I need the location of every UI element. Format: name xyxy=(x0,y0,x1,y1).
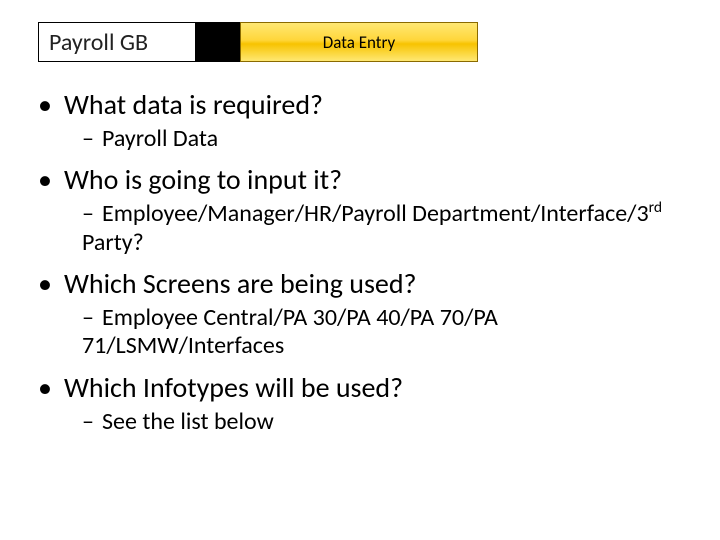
title-right: Data Entry xyxy=(240,22,478,62)
sub-bullet-1-1: –Payroll Data xyxy=(82,125,696,153)
dash-icon: – xyxy=(82,408,102,436)
sub-bullet-1-1-text: Payroll Data xyxy=(102,124,218,153)
dash-icon: – xyxy=(82,200,102,228)
bullet-2: •Who is going to input it? xyxy=(38,163,696,196)
title-bar: Payroll GB Data Entry xyxy=(38,22,478,62)
bullet-2-text: Who is going to input it? xyxy=(64,162,342,197)
dash-icon: – xyxy=(82,125,102,153)
bullet-3: •Which Screens are being used? xyxy=(38,267,696,300)
content-area: •What data is required? –Payroll Data •W… xyxy=(38,78,696,446)
bullet-dot-icon: • xyxy=(38,267,64,300)
bullet-dot-icon: • xyxy=(38,88,64,121)
sub-bullet-3-1: –Employee Central/PA 30/PA 40/PA 70/PA 7… xyxy=(82,304,696,361)
sub-bullet-4-1: –See the list below xyxy=(82,408,696,436)
title-left: Payroll GB xyxy=(38,22,196,62)
dash-icon: – xyxy=(82,304,102,332)
bullet-dot-icon: • xyxy=(38,163,64,196)
bullet-4: •Which Infotypes will be used? xyxy=(38,371,696,404)
sub-bullet-4-1-text: See the list below xyxy=(102,407,274,436)
sub-bullet-2-1-text: Employee/Manager/HR/Payroll Department/I… xyxy=(82,199,662,256)
bullet-4-text: Which Infotypes will be used? xyxy=(64,370,403,405)
bullet-1: •What data is required? xyxy=(38,88,696,121)
bullet-1-text: What data is required? xyxy=(64,87,323,122)
slide: Payroll GB Data Entry •What data is requ… xyxy=(0,0,720,540)
sub-bullet-3-1-text: Employee Central/PA 30/PA 40/PA 70/PA 71… xyxy=(82,303,498,360)
bullet-3-text: Which Screens are being used? xyxy=(64,266,417,301)
sub-bullet-2-1: –Employee/Manager/HR/Payroll Department/… xyxy=(82,200,696,257)
title-divider xyxy=(196,22,240,62)
bullet-dot-icon: • xyxy=(38,371,64,404)
